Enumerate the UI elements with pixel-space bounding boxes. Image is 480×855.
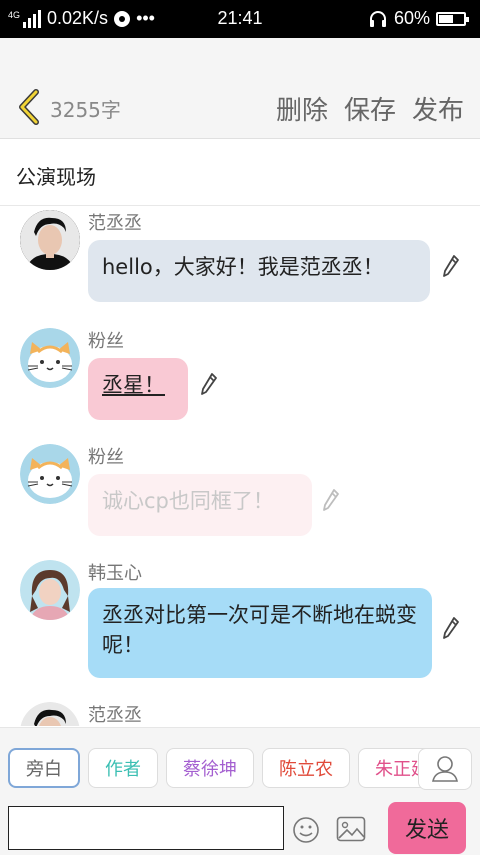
headphones-icon (369, 10, 386, 27)
message-text: hello，大家好！我是范丞丞！ (102, 255, 384, 279)
role-chip-label: 蔡徐坤 (183, 759, 237, 780)
edit-pencil-icon[interactable] (322, 488, 340, 512)
avatar[interactable] (20, 328, 80, 388)
sender-name: 范丞丞 (88, 213, 142, 234)
image-icon[interactable] (336, 816, 366, 842)
message-item: 粉丝 诚心cp也同框了！ (0, 440, 480, 550)
publish-button[interactable]: 发布 (412, 90, 464, 127)
edit-pencil-icon[interactable] (442, 254, 460, 278)
sender-name: 粉丝 (88, 447, 124, 468)
message-text: 丞丞对比第一次可是不断地在蜕变呢！ (102, 603, 417, 657)
role-chip-label: 作者 (105, 759, 141, 780)
person-icon (432, 756, 458, 782)
avatar[interactable] (20, 210, 80, 270)
role-chip-narration[interactable]: 旁白 (8, 748, 80, 788)
role-selector: 旁白 作者 蔡徐坤 陈立农 朱正廷 (8, 748, 446, 788)
status-right: 60% (368, 8, 469, 29)
sender-name: 范丞丞 (88, 705, 142, 726)
message-text: 诚心cp也同框了！ (102, 489, 274, 513)
status-bar: 4G 0.02K/s ••• 21:41 60% (0, 0, 480, 38)
chapter-title: 公演现场 (16, 165, 96, 189)
message-item: 韩玉心 丞丞对比第一次可是不断地在蜕变呢！ (0, 556, 480, 686)
message-item: 粉丝 丞星！ (0, 324, 480, 434)
message-text: 丞星！ (102, 373, 165, 397)
toolbar-actions: 删除 保存 发布 (276, 90, 464, 127)
message-bubble[interactable]: hello，大家好！我是范丞丞！ (88, 240, 430, 302)
manage-characters-button[interactable] (418, 748, 472, 790)
delete-button[interactable]: 删除 (276, 90, 328, 127)
send-button[interactable]: 发送 (388, 802, 466, 854)
chapter-title-bar[interactable]: 公演现场 (0, 139, 480, 206)
message-bubble[interactable]: 诚心cp也同框了！ (88, 474, 312, 536)
message-bubble[interactable]: 丞丞对比第一次可是不断地在蜕变呢！ (88, 588, 432, 678)
message-input[interactable] (8, 806, 284, 850)
edit-pencil-icon[interactable] (200, 372, 218, 396)
battery-percent: 60% (393, 8, 430, 28)
battery-icon (436, 11, 469, 26)
editor-toolbar: 3255字 删除 保存 发布 (0, 38, 480, 139)
sender-name: 韩玉心 (88, 563, 142, 584)
role-chip-label: 旁白 (26, 759, 62, 780)
edit-pencil-icon[interactable] (442, 616, 460, 640)
emoji-icon[interactable] (292, 816, 320, 844)
avatar[interactable] (20, 702, 80, 726)
avatar[interactable] (20, 560, 80, 620)
message-item: 范丞丞 (0, 698, 480, 726)
role-chip-author[interactable]: 作者 (88, 748, 158, 788)
message-list[interactable]: 范丞丞 hello，大家好！我是范丞丞！ 粉丝 丞星！ 粉丝 诚心cp也同框了！… (0, 206, 480, 726)
role-chip-character[interactable]: 陈立农 (262, 748, 350, 788)
save-button[interactable]: 保存 (344, 90, 396, 127)
role-chip-character[interactable]: 蔡徐坤 (166, 748, 254, 788)
message-bubble[interactable]: 丞星！ (88, 358, 188, 420)
role-chip-label: 陈立农 (279, 759, 333, 780)
word-count: 3255字 (50, 98, 121, 122)
message-item: 范丞丞 hello，大家好！我是范丞丞！ (0, 206, 480, 316)
avatar[interactable] (20, 444, 80, 504)
compose-panel: 旁白 作者 蔡徐坤 陈立农 朱正廷 发送 (0, 727, 480, 855)
sender-name: 粉丝 (88, 331, 124, 352)
back-arrow-icon[interactable] (14, 88, 42, 126)
